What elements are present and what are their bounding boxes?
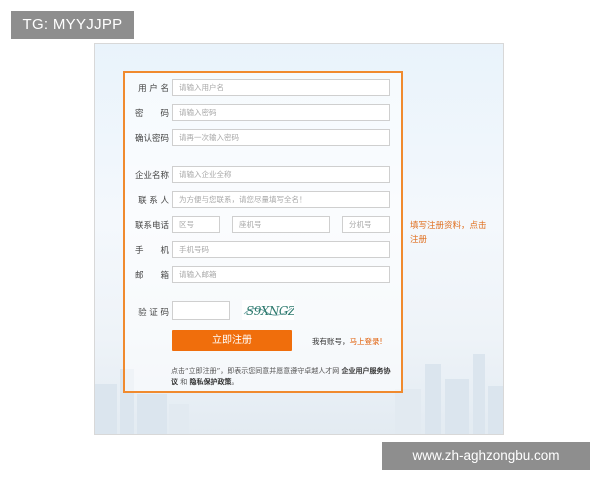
phone-label: 联系电话	[134, 221, 169, 231]
company-input[interactable]: 请输入企业全称	[172, 166, 390, 183]
agreement-text: 点击“立即注册”，即表示您同意并愿意遵守卓越人才网 企业用户服务协议 和 隐私保…	[171, 366, 395, 388]
registration-hint: 填写注册资料，点击注册	[410, 221, 487, 245]
username-input[interactable]: 请输入用户名	[172, 79, 390, 96]
register-button[interactable]: 立即注册	[172, 330, 292, 351]
login-link[interactable]: 马上登录!	[350, 337, 383, 346]
email-label: 邮 箱	[134, 271, 169, 281]
agreement-suffix: 。	[231, 378, 239, 386]
privacy-policy-link[interactable]: 隐私保护政策	[189, 378, 231, 386]
confirm-password-input[interactable]: 请再一次输入密码	[172, 129, 390, 146]
agreement-prefix: 点击“立即注册”，即表示您同意并愿意遵守卓越人才网	[171, 367, 340, 375]
watermark: www.zh-aghzongbu.com	[382, 442, 590, 470]
password-input[interactable]: 请输入密码	[172, 104, 390, 121]
contact-input[interactable]: 为方便与您联系，请您尽量填写全名！	[172, 191, 390, 208]
email-input[interactable]: 请输入邮箱	[172, 266, 390, 283]
phone-main-input[interactable]: 座机号	[232, 216, 330, 233]
captcha-label: 验 证 码	[138, 308, 169, 318]
mobile-input[interactable]: 手机号码	[172, 241, 390, 258]
agreement-and: 和	[180, 378, 188, 386]
confirm-password-label: 确认密码	[134, 134, 169, 144]
mobile-label: 手 机	[134, 246, 169, 256]
contact-label: 联 系 人	[138, 196, 169, 206]
tg-overlay-tag: TG: MYYJJPP	[11, 11, 134, 39]
phone-ext-input[interactable]: 分机号	[342, 216, 390, 233]
captcha-input[interactable]	[172, 301, 230, 320]
captcha-image[interactable]: S9XNGZ	[242, 300, 294, 320]
phone-area-input[interactable]: 区号	[172, 216, 220, 233]
company-label: 企业名称	[134, 171, 169, 181]
have-account-text: 我有账号，马上登录!	[312, 336, 383, 347]
password-label: 密 码	[134, 109, 169, 119]
captcha-text: S9XNGZ	[246, 304, 294, 318]
username-label: 用 户 名	[138, 84, 169, 94]
have-account-label: 我有账号，	[312, 337, 350, 346]
